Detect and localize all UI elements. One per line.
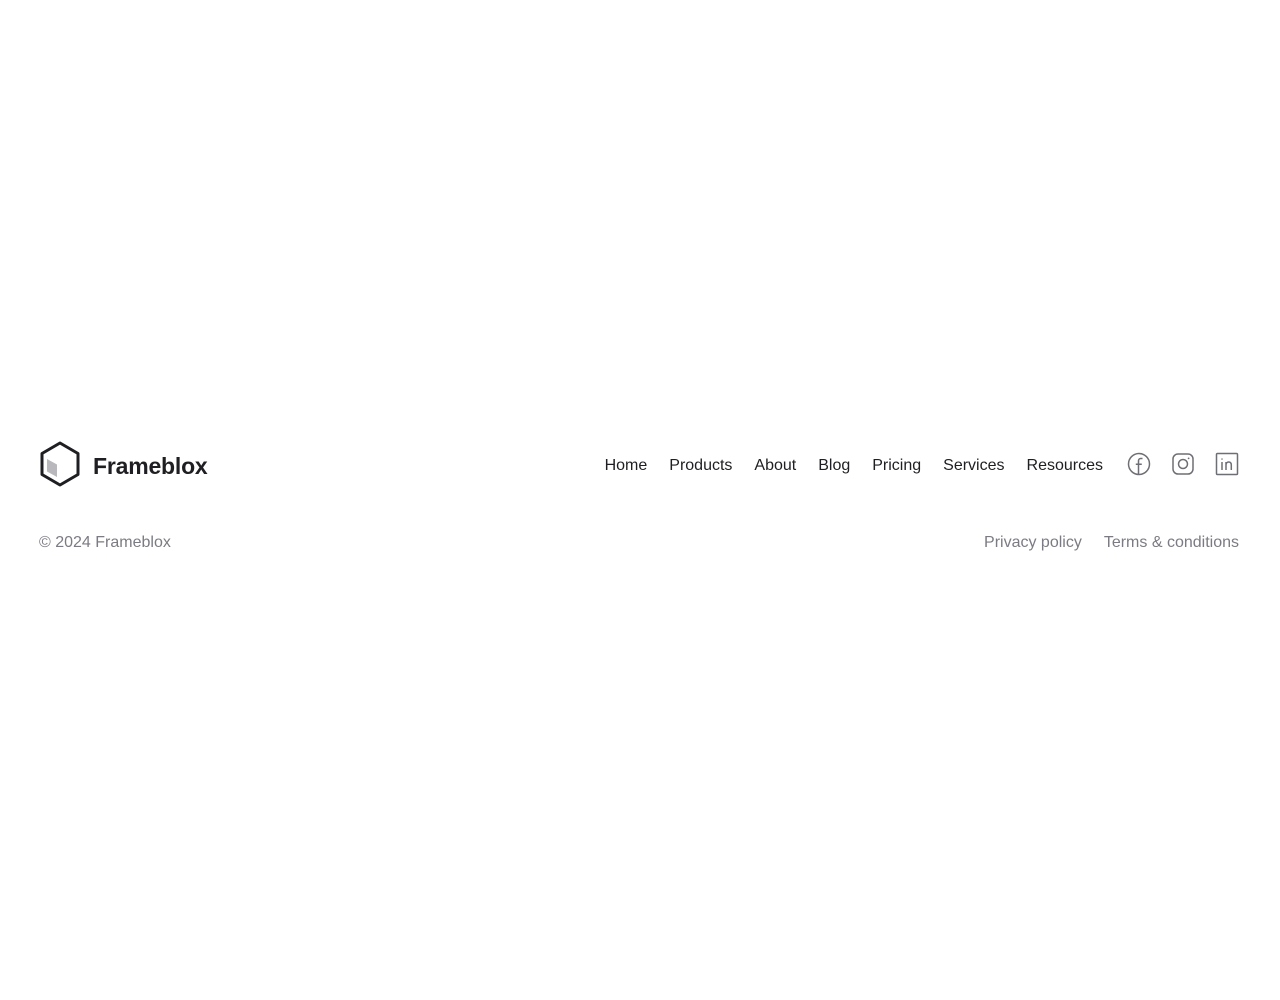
facebook-icon bbox=[1127, 452, 1151, 481]
hexagon-cube-icon bbox=[39, 441, 81, 492]
footer-nav: Home Products About Blog Pricing Service… bbox=[605, 457, 1103, 475]
brand-name: Frameblox bbox=[93, 452, 208, 479]
privacy-policy-link[interactable]: Privacy policy bbox=[984, 534, 1082, 552]
linkedin-icon bbox=[1215, 452, 1239, 481]
linkedin-link[interactable] bbox=[1215, 452, 1239, 481]
nav-link-resources[interactable]: Resources bbox=[1027, 457, 1103, 475]
instagram-link[interactable] bbox=[1171, 452, 1195, 481]
nav-link-products[interactable]: Products bbox=[669, 457, 732, 475]
copyright-text: © 2024 Frameblox bbox=[39, 534, 171, 551]
nav-link-services[interactable]: Services bbox=[943, 457, 1004, 475]
nav-link-blog[interactable]: Blog bbox=[818, 457, 850, 475]
brand-logo-link[interactable]: Frameblox bbox=[39, 441, 208, 492]
footer-bottom-row: © 2024 Frameblox Privacy policy Terms & … bbox=[39, 534, 1239, 552]
nav-link-pricing[interactable]: Pricing bbox=[872, 457, 921, 475]
site-footer: Frameblox Home Products About Blog Prici… bbox=[0, 403, 1280, 595]
legal-links: Privacy policy Terms & conditions bbox=[984, 534, 1239, 552]
social-links bbox=[1127, 452, 1239, 481]
terms-conditions-link[interactable]: Terms & conditions bbox=[1104, 534, 1239, 552]
facebook-link[interactable] bbox=[1127, 452, 1151, 481]
instagram-icon bbox=[1171, 452, 1195, 481]
nav-link-home[interactable]: Home bbox=[605, 457, 648, 475]
footer-top-row: Frameblox Home Products About Blog Prici… bbox=[39, 441, 1239, 492]
footer-right: Home Products About Blog Pricing Service… bbox=[605, 452, 1239, 481]
nav-link-about[interactable]: About bbox=[754, 457, 796, 475]
